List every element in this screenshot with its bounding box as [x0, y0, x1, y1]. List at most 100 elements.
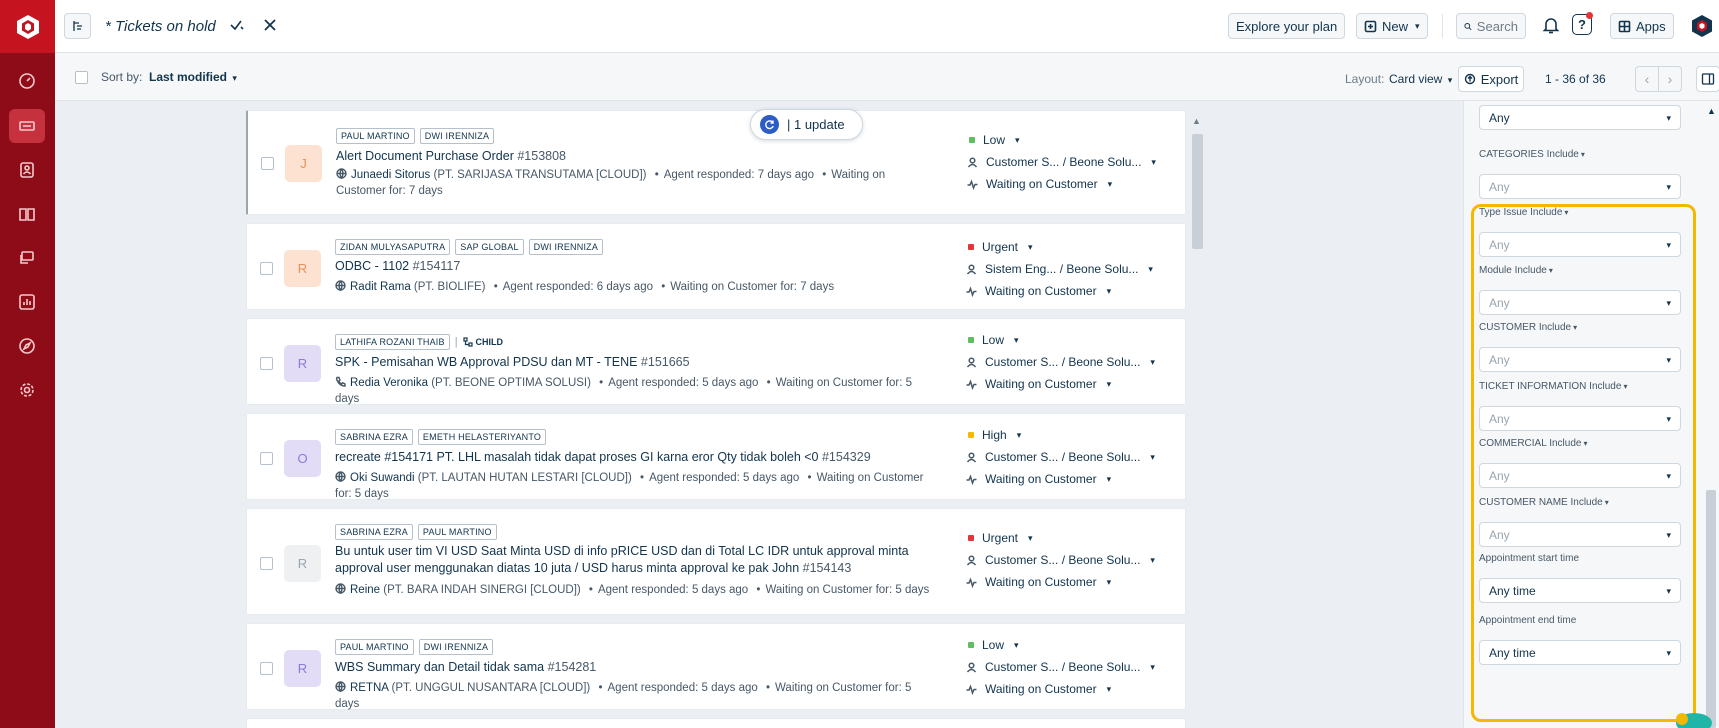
- agent-person-icon: [966, 661, 977, 672]
- requester-company: (PT. LAUTAN HUTAN LESTARI [CLOUD]): [417, 472, 632, 484]
- chevron-down-icon: ▾: [1015, 134, 1020, 145]
- filters-scroll-thumb[interactable]: [1706, 490, 1716, 728]
- status-dropdown[interactable]: Waiting on Customer ▾: [966, 571, 1155, 593]
- status-dropdown[interactable]: Waiting on Customer ▾: [966, 678, 1155, 700]
- ticket-card[interactable]: J PAUL MARTINO DWI IRENNIZA Alert Documen…: [246, 110, 1186, 215]
- agent-tag: EMETH HELASTERIYANTO: [417, 429, 547, 445]
- filter-select[interactable]: Any ▾: [1479, 174, 1681, 199]
- layout-dropdown[interactable]: Card view ▾: [1389, 72, 1452, 86]
- filter-label[interactable]: CATEGORIES Include ▾: [1479, 149, 1585, 160]
- group-agent-value: Sistem Eng... / Beone Solu...: [985, 262, 1139, 276]
- waiting-duration: Waiting on Customer for: 5 days: [765, 584, 930, 596]
- ticket-subject-link[interactable]: ODBC - 1102 #154117: [335, 258, 935, 275]
- ticket-number: #154117: [412, 259, 461, 273]
- ticket-subject-link[interactable]: Alert Document Purchase Order #153808: [336, 148, 936, 165]
- status-dropdown[interactable]: Waiting on Customer ▾: [966, 280, 1153, 302]
- explore-plan-label: Explore your plan: [1236, 18, 1338, 34]
- save-view-check-icon[interactable]: [229, 16, 247, 34]
- ticket-subject-link[interactable]: SPK - Pemisahan WB Approval PDSU dan MT …: [335, 354, 935, 371]
- meta-separator: •: [822, 169, 827, 181]
- select-all-checkbox[interactable]: [75, 71, 88, 84]
- settings-gear-icon[interactable]: [9, 373, 45, 407]
- avatar-initial: R: [297, 261, 308, 276]
- agent-person-icon: [966, 263, 977, 274]
- ticket-subject-link[interactable]: Bu untuk user tim VI USD Saat Minta USD …: [335, 543, 935, 577]
- toggle-side-panel-button[interactable]: [1696, 66, 1719, 92]
- knowledge-base-icon[interactable]: [9, 197, 45, 231]
- requester-name[interactable]: Redia Veronika: [350, 377, 428, 389]
- scroll-up-arrow-icon[interactable]: ▲: [1192, 116, 1201, 126]
- group-agent-dropdown[interactable]: Customer S... / Beone Solu... ▾: [966, 351, 1155, 373]
- sort-by-dropdown[interactable]: Last modified ▾: [149, 70, 237, 84]
- filter-panel-toggle-button[interactable]: [64, 13, 91, 39]
- priority-dropdown[interactable]: Low ▾: [966, 329, 1155, 351]
- export-button[interactable]: Export: [1458, 66, 1524, 92]
- explore-plan-button[interactable]: Explore your plan: [1228, 13, 1346, 39]
- ticket-select-checkbox[interactable]: [260, 452, 273, 465]
- ticket-subject-link[interactable]: WBS Summary dan Detail tidak sama #15428…: [335, 659, 935, 676]
- status-activity-icon: [966, 576, 977, 588]
- agent-tag: PAUL MARTINO: [336, 128, 415, 144]
- previous-page-button[interactable]: ‹: [1635, 66, 1659, 92]
- priority-dropdown[interactable]: Urgent ▾: [966, 527, 1155, 549]
- ticket-card[interactable]: O SABRINA EZRA EMETH HELASTERIYANTO recre…: [246, 413, 1186, 500]
- group-agent-dropdown[interactable]: Customer S... / Beone Solu... ▾: [966, 656, 1155, 678]
- ticket-select-checkbox[interactable]: [261, 157, 274, 170]
- chat-widget-icon[interactable]: [1664, 705, 1714, 728]
- agent-person-icon: [966, 451, 977, 462]
- search-button[interactable]: Search: [1456, 13, 1526, 39]
- ticket-select-checkbox[interactable]: [260, 557, 273, 570]
- requester-avatar: R: [284, 545, 321, 582]
- priority-dropdown[interactable]: Low ▾: [966, 634, 1155, 656]
- ticket-list-scroll-thumb[interactable]: [1192, 134, 1203, 249]
- new-button[interactable]: New ▾: [1356, 13, 1428, 39]
- chat-icon[interactable]: [9, 241, 45, 275]
- reports-icon[interactable]: [9, 285, 45, 319]
- contacts-icon[interactable]: [9, 153, 45, 187]
- agent-responded: Agent responded: 5 days ago: [608, 377, 759, 389]
- ticket-card[interactable]: R PAUL MARTINO DWI IRENNIZA WBS Summary d…: [246, 623, 1186, 710]
- divider: [1442, 14, 1443, 38]
- ticket-subject-link[interactable]: recreate #154171 PT. LHL masalah tidak d…: [335, 449, 935, 466]
- meta-separator: •: [598, 682, 603, 694]
- requester-name[interactable]: Junaedi Sitorus: [351, 169, 430, 181]
- ticket-card[interactable]: R LATHIFA ROZANI THAIB | CHILD SPK - Pemi…: [246, 318, 1186, 405]
- new-updates-pill[interactable]: | 1 update: [750, 109, 863, 140]
- brand-logo-small-icon[interactable]: [1690, 14, 1714, 38]
- requester-name[interactable]: RETNA: [350, 682, 388, 694]
- status-dropdown[interactable]: Waiting on Customer ▾: [966, 468, 1155, 490]
- requester-name[interactable]: Oki Suwandi: [350, 472, 415, 484]
- apps-button[interactable]: Apps: [1610, 13, 1674, 39]
- brand-logo[interactable]: [0, 0, 55, 53]
- ticket-select-checkbox[interactable]: [260, 662, 273, 675]
- ticket-select-checkbox[interactable]: [260, 357, 273, 370]
- status-dropdown[interactable]: Waiting on Customer ▾: [967, 173, 1156, 195]
- discover-icon[interactable]: [9, 329, 45, 363]
- notification-bell-icon[interactable]: [1542, 15, 1560, 35]
- group-agent-dropdown[interactable]: Customer S... / Beone Solu... ▾: [967, 151, 1156, 173]
- priority-dropdown[interactable]: High ▾: [966, 424, 1155, 446]
- filters-scroll-up-icon[interactable]: ▲: [1707, 106, 1716, 116]
- group-agent-dropdown[interactable]: Customer S... / Beone Solu... ▾: [966, 549, 1155, 571]
- status-activity-icon: [967, 178, 978, 190]
- priority-dropdown[interactable]: Urgent ▾: [966, 236, 1153, 258]
- ticket-properties: Low ▾ Customer S... / Beone Solu... ▾ Wait…: [966, 634, 1155, 700]
- ticket-card[interactable]: R ZIDAN MULYASAPUTRA SAP GLOBAL DWI IRENNI…: [246, 223, 1186, 310]
- filter-select-top[interactable]: Any ▾: [1479, 105, 1681, 130]
- ticket-card-partial[interactable]: [246, 718, 1186, 728]
- next-page-button[interactable]: ›: [1658, 66, 1682, 92]
- ticket-select-checkbox[interactable]: [260, 262, 273, 275]
- tickets-icon[interactable]: [9, 109, 45, 143]
- requester-name[interactable]: Radit Rama: [350, 281, 411, 293]
- requester-name[interactable]: Reine: [350, 584, 380, 596]
- ticket-card-list: J PAUL MARTINO DWI IRENNIZA Alert Documen…: [246, 110, 1186, 728]
- dashboard-icon[interactable]: [9, 64, 45, 98]
- priority-dropdown[interactable]: Low ▾: [967, 129, 1156, 151]
- ticket-card[interactable]: R SABRINA EZRA PAUL MARTINO Bu untuk user…: [246, 508, 1186, 615]
- requester-company: (PT. BIOLIFE): [413, 281, 486, 293]
- ticket-number: #153808: [517, 149, 567, 163]
- group-agent-dropdown[interactable]: Sistem Eng... / Beone Solu... ▾: [966, 258, 1153, 280]
- status-dropdown[interactable]: Waiting on Customer ▾: [966, 373, 1155, 395]
- group-agent-dropdown[interactable]: Customer S... / Beone Solu... ▾: [966, 446, 1155, 468]
- close-icon[interactable]: [261, 16, 279, 34]
